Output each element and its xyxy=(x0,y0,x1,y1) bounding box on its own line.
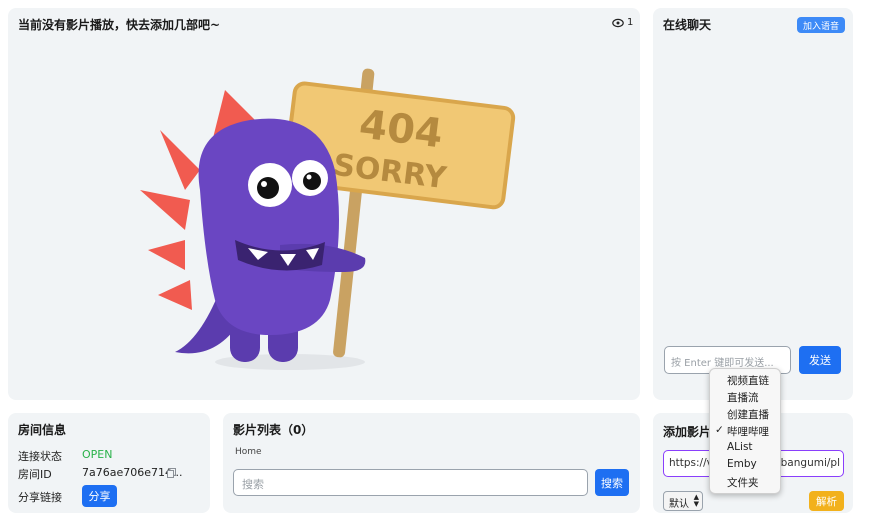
source-menu: 视频直链 直播流 创建直播 ✓ 哔哩哔哩 AList Emby 文件夹 xyxy=(709,368,781,494)
room-id-label: 房间ID xyxy=(18,468,52,481)
add-movie-title: 添加影片 xyxy=(663,425,712,439)
movie-search-placeholder: 搜索 xyxy=(242,478,264,491)
movie-search-input[interactable]: 搜索 xyxy=(233,469,588,496)
source-menu-item[interactable]: 创建直播 xyxy=(710,406,780,423)
status-label: 连接状态 xyxy=(18,450,62,463)
player-title: 当前没有影片播放，快去添加几部吧~ xyxy=(18,18,221,32)
breadcrumb-home[interactable]: Home xyxy=(235,447,262,457)
mode-select[interactable]: 默认 ▲ ▼ xyxy=(663,491,703,511)
source-menu-item-selected[interactable]: ✓ 哔哩哔哩 xyxy=(710,423,780,440)
share-button[interactable]: 分享 xyxy=(82,485,117,507)
movie-search-button[interactable]: 搜索 xyxy=(595,469,629,496)
chat-title: 在线聊天 xyxy=(663,18,712,32)
viewer-count-value: 1 xyxy=(627,17,634,28)
check-icon: ✓ xyxy=(715,424,724,436)
status-value: OPEN xyxy=(82,448,113,461)
source-menu-item[interactable]: AList xyxy=(710,440,780,457)
not-found-illustration: 404 SORRY xyxy=(140,68,516,370)
source-menu-item[interactable]: 直播流 xyxy=(710,389,780,406)
share-label: 分享链接 xyxy=(18,491,62,504)
mode-select-value: 默认 xyxy=(669,499,689,510)
copy-icon[interactable] xyxy=(167,468,176,478)
join-voice-button[interactable]: 加入语音 xyxy=(797,17,845,33)
source-menu-item[interactable]: 文件夹 xyxy=(710,474,780,491)
movie-url-prefix: https://v xyxy=(669,457,713,469)
chat-panel xyxy=(653,8,853,400)
select-arrows-icon: ▲ ▼ xyxy=(693,493,699,508)
eye-icon xyxy=(612,18,624,27)
parse-button[interactable]: 解析 xyxy=(809,491,844,511)
source-menu-item[interactable]: 视频直链 xyxy=(710,372,780,389)
chat-input-placeholder: 按 Enter 键即可发送... xyxy=(671,358,774,369)
viewer-count: 1 xyxy=(612,17,633,28)
source-menu-item[interactable]: Emby xyxy=(710,457,780,474)
movie-list-title: 影片列表（0） xyxy=(233,423,314,437)
send-button[interactable]: 发送 xyxy=(799,346,841,374)
room-info-title: 房间信息 xyxy=(18,423,67,437)
